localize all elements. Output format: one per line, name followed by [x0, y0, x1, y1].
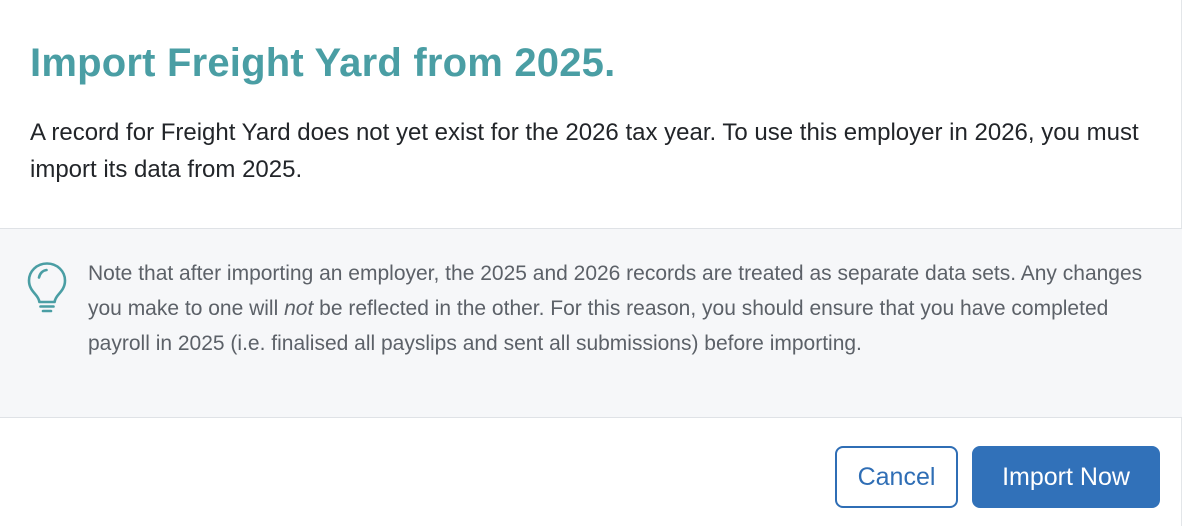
dialog-footer: Cancel Import Now [0, 418, 1182, 526]
import-employer-dialog: Import Freight Yard from 2025. A record … [0, 0, 1182, 526]
dialog-title: Import Freight Yard from 2025. [30, 41, 616, 85]
dialog-intro-text: A record for Freight Yard does not yet e… [30, 119, 1139, 183]
note-panel: Note that after importing an employer, t… [0, 228, 1182, 418]
lightbulb-icon [27, 262, 67, 313]
cancel-button[interactable]: Cancel [835, 446, 958, 508]
note-emphasis: not [284, 297, 314, 320]
note-text: Note that after importing an employer, t… [88, 256, 1158, 361]
dialog-header: Import Freight Yard from 2025. A record … [0, 0, 1181, 228]
import-now-button[interactable]: Import Now [972, 446, 1160, 508]
